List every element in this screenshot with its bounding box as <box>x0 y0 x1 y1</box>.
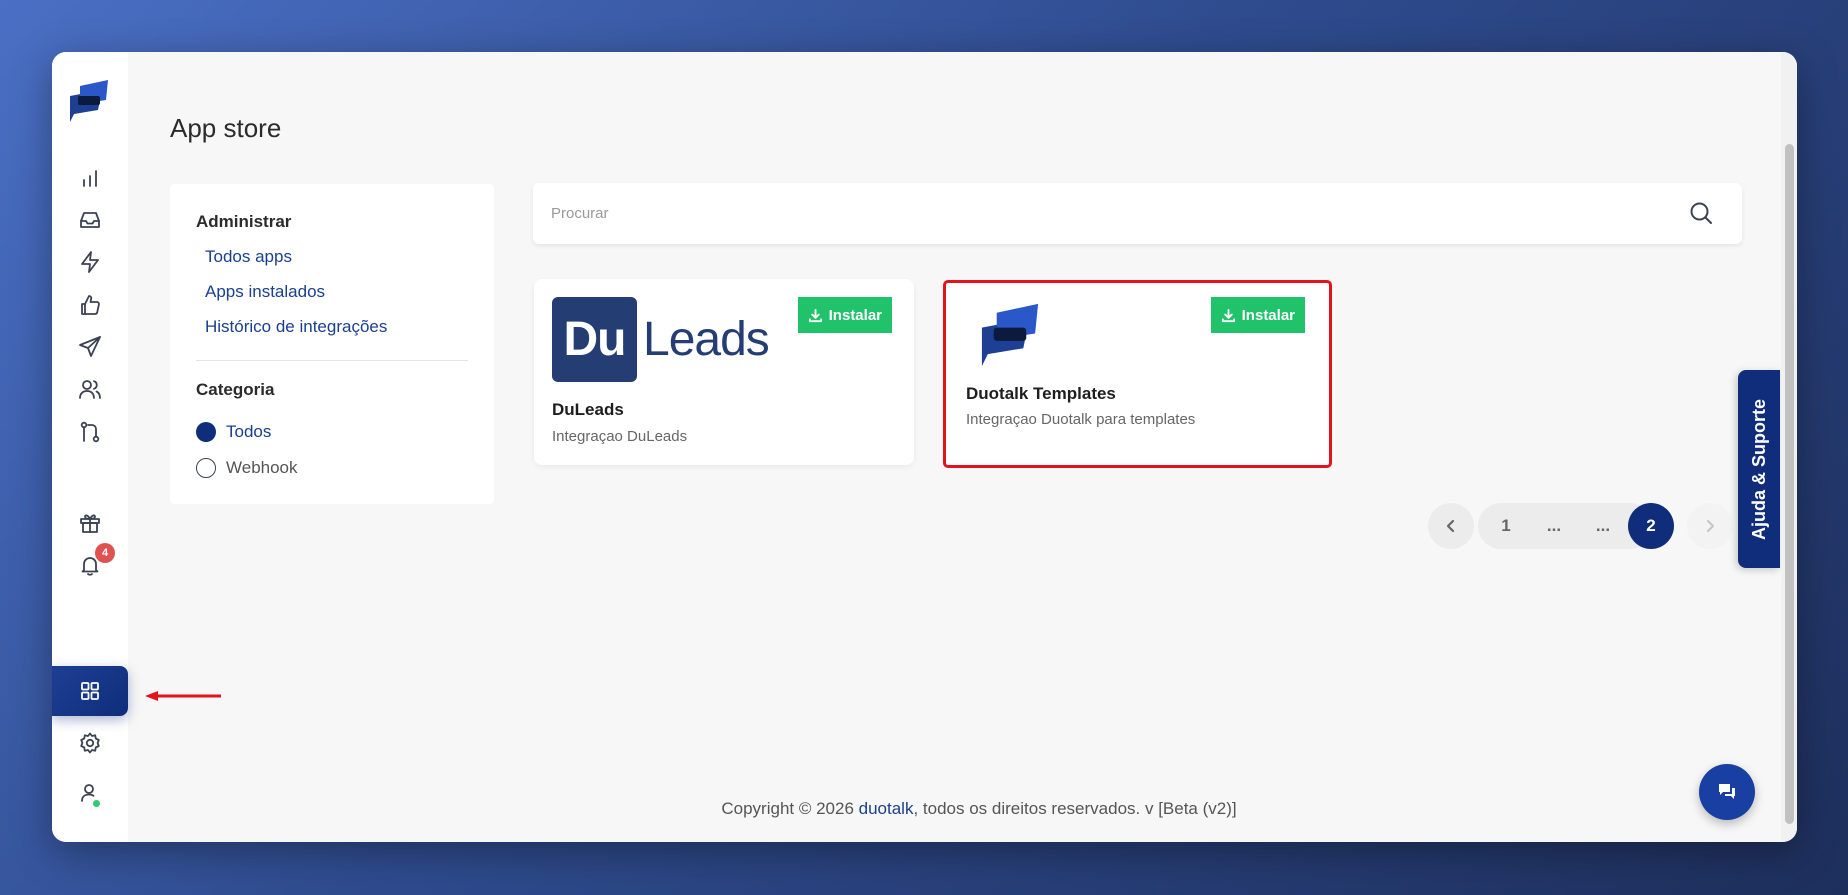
footer-brand-link[interactable]: duotalk <box>859 799 914 818</box>
page-title: App store <box>170 113 282 143</box>
sidebar: 4 <box>52 52 128 842</box>
app-card-duleads[interactable]: Du Leads Instalar DuLeads Integraçao DuL… <box>534 279 914 465</box>
download-icon <box>808 308 822 322</box>
search-icon[interactable] <box>1688 200 1714 226</box>
grid-icon[interactable] <box>52 666 128 716</box>
duotalk-logo <box>976 297 1044 367</box>
app-name: Duotalk Templates <box>966 384 1116 403</box>
chevron-left-icon <box>1446 519 1455 533</box>
app-description: Integraçao DuLeads <box>552 428 688 445</box>
filter-panel: Administrar Todos apps Apps instalados H… <box>170 184 494 504</box>
prev-page-button[interactable] <box>1428 503 1474 549</box>
download-icon <box>1221 308 1235 322</box>
category-heading: Categoria <box>196 380 275 399</box>
notification-badge: 4 <box>95 543 115 563</box>
app-card-duotalk-templates[interactable]: Instalar Duotalk Templates Integraçao Du… <box>943 280 1332 468</box>
search-input[interactable] <box>551 183 1651 244</box>
gear-icon[interactable] <box>52 718 128 768</box>
category-option-webhook[interactable]: Webhook <box>196 458 298 478</box>
page-2-button[interactable]: 2 <box>1628 503 1674 549</box>
radio-unselected[interactable] <box>196 458 216 478</box>
link-integration-history[interactable]: Histórico de integrações <box>205 317 387 337</box>
scrollbar[interactable] <box>1781 52 1797 842</box>
app-description: Integraçao Duotalk para templates <box>966 411 1196 428</box>
install-button[interactable]: Instalar <box>1210 297 1305 333</box>
link-installed-apps[interactable]: Apps instalados <box>205 282 325 302</box>
chevron-right-icon <box>1706 519 1715 533</box>
duleads-logo: Du Leads <box>552 297 770 382</box>
scrollbar-thumb[interactable] <box>1785 144 1794 824</box>
next-page-button[interactable] <box>1687 503 1733 549</box>
admin-heading: Administrar <box>196 212 292 231</box>
install-button[interactable]: Instalar <box>797 297 892 333</box>
category-option-todos[interactable]: Todos <box>196 422 271 442</box>
page-ellipsis[interactable]: ... <box>1531 503 1577 549</box>
red-arrow-icon <box>145 691 221 701</box>
radio-selected[interactable] <box>196 422 216 442</box>
bell-icon[interactable]: 4 <box>52 540 128 590</box>
duotalk-logo[interactable] <box>66 76 112 122</box>
app-window: 4 App store Administrar Todos apps Apps … <box>52 52 1797 842</box>
footer: Copyright © 2026 duotalk, todos os direi… <box>721 799 1237 818</box>
app-name: DuLeads <box>552 400 624 419</box>
help-support-tab[interactable]: Ajuda & Suporte <box>1738 370 1780 568</box>
link-all-apps[interactable]: Todos apps <box>205 247 292 267</box>
divider <box>196 360 468 361</box>
category-label: Webhook <box>226 458 298 477</box>
category-label: Todos <box>226 422 272 441</box>
page-ellipsis[interactable]: ... <box>1580 503 1626 549</box>
search-box <box>533 183 1742 244</box>
page-1-button[interactable]: 1 <box>1483 503 1529 549</box>
git-branch-icon[interactable] <box>52 407 128 457</box>
